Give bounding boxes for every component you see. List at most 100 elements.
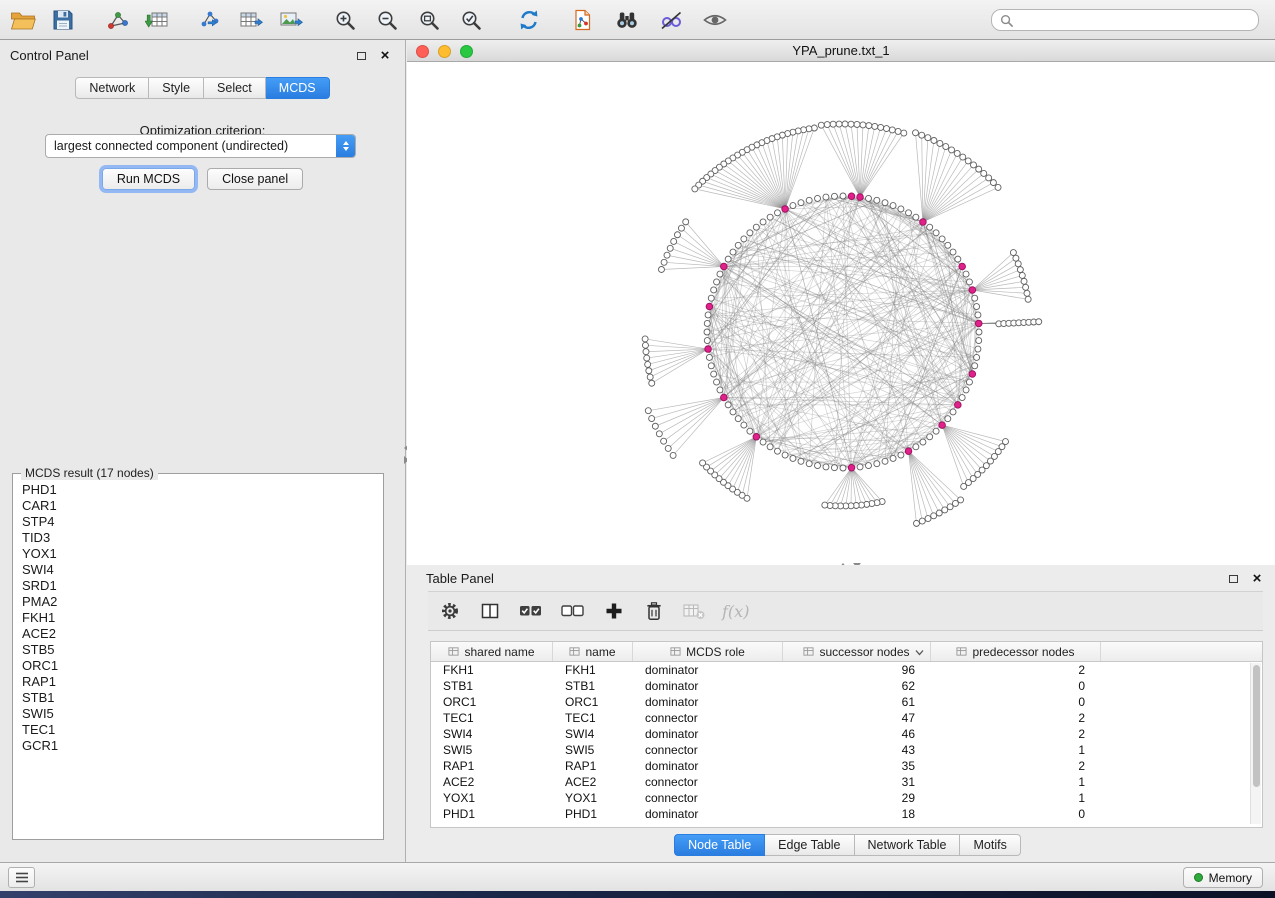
mcds-result-item[interactable]: YOX1: [17, 546, 379, 562]
mcds-result-item[interactable]: PMA2: [17, 594, 379, 610]
run-mcds-button[interactable]: Run MCDS: [102, 168, 195, 190]
table-scrollbar[interactable]: [1250, 663, 1261, 824]
tab-style[interactable]: Style: [149, 77, 204, 99]
window-maximize-button[interactable]: [460, 45, 473, 58]
network-from-document-button[interactable]: [566, 5, 600, 35]
search-input[interactable]: [1019, 13, 1250, 27]
search-box[interactable]: [991, 9, 1259, 31]
tab-select[interactable]: Select: [204, 77, 266, 99]
tab-network[interactable]: Network: [75, 77, 149, 99]
status-menu-button[interactable]: [8, 867, 35, 888]
scrollbar-thumb[interactable]: [1253, 665, 1260, 787]
table-row[interactable]: SWI4SWI4dominator462: [431, 726, 1262, 742]
toggle-columns-button[interactable]: [478, 597, 502, 625]
table-row[interactable]: FKH1FKH1dominator962: [431, 662, 1262, 678]
mcds-result-item[interactable]: ACE2: [17, 626, 379, 642]
table-float-button[interactable]: [1225, 572, 1241, 586]
mcds-result-item[interactable]: RAP1: [17, 674, 379, 690]
import-network-button[interactable]: [100, 5, 134, 35]
table-cell: 35: [783, 759, 931, 773]
zoom-fit-button[interactable]: [412, 5, 446, 35]
table-row[interactable]: SWI5SWI5connector431: [431, 742, 1262, 758]
deselect-all-button[interactable]: [560, 597, 586, 625]
memory-button[interactable]: Memory: [1183, 867, 1263, 888]
table-cell: YOX1: [553, 791, 633, 805]
table-row[interactable]: STB1STB1dominator620: [431, 678, 1262, 694]
mcds-result-item[interactable]: GCR1: [17, 738, 379, 754]
table-cell: SWI5: [553, 743, 633, 757]
zoom-out-button[interactable]: [370, 5, 404, 35]
tab-edge-table[interactable]: Edge Table: [765, 834, 854, 856]
mcds-result-item[interactable]: SWI5: [17, 706, 379, 722]
tab-mcds[interactable]: MCDS: [266, 77, 330, 99]
import-table-button[interactable]: [140, 5, 174, 35]
close-panel-button[interactable]: [377, 49, 393, 63]
export-image-button[interactable]: [274, 5, 308, 35]
mcds-result-item[interactable]: STB1: [17, 690, 379, 706]
table-cell: STB1: [431, 679, 553, 693]
table-cell: RAP1: [431, 759, 553, 773]
table-settings-button[interactable]: [438, 597, 462, 625]
column-header-shared-name[interactable]: shared name: [431, 642, 553, 661]
mcds-result-item[interactable]: ORC1: [17, 658, 379, 674]
table-cell: 29: [783, 791, 931, 805]
add-column-button[interactable]: [602, 597, 626, 625]
table-row[interactable]: PHD1PHD1dominator180: [431, 806, 1262, 822]
column-label: name: [585, 645, 615, 659]
mcds-result-item[interactable]: FKH1: [17, 610, 379, 626]
zoom-fit-icon: [418, 9, 440, 31]
table-row[interactable]: TEC1TEC1connector472: [431, 710, 1262, 726]
tab-network-table[interactable]: Network Table: [855, 834, 961, 856]
tab-motifs[interactable]: Motifs: [960, 834, 1020, 856]
export-network-button[interactable]: [194, 5, 228, 35]
network-window-titlebar[interactable]: YPA_prune.txt_1: [407, 40, 1275, 62]
table-cell: 62: [783, 679, 931, 693]
close-panel-action-button[interactable]: Close panel: [207, 168, 303, 190]
apply-layout-button[interactable]: [512, 5, 546, 35]
criterion-dropdown[interactable]: largest connected component (undirected): [45, 134, 356, 158]
table-cell: 61: [783, 695, 931, 709]
open-folder-icon: [10, 9, 36, 31]
mcds-result-item[interactable]: STB5: [17, 642, 379, 658]
delete-column-button[interactable]: [642, 597, 666, 625]
window-minimize-button[interactable]: [438, 45, 451, 58]
float-panel-button[interactable]: [353, 49, 369, 63]
table-cell: 46: [783, 727, 931, 741]
tab-node-table[interactable]: Node Table: [674, 834, 765, 856]
table-row[interactable]: RAP1RAP1dominator352: [431, 758, 1262, 774]
column-header-predecessor-nodes[interactable]: predecessor nodes: [931, 642, 1101, 661]
mcds-result-item[interactable]: STP4: [17, 514, 379, 530]
column-header-successor-nodes[interactable]: successor nodes: [783, 642, 931, 661]
mcds-result-item[interactable]: TEC1: [17, 722, 379, 738]
table-close-button[interactable]: [1249, 572, 1265, 586]
table-cell: 2: [931, 759, 1101, 773]
select-all-button[interactable]: [518, 597, 544, 625]
show-graphics-details-button[interactable]: [698, 5, 732, 35]
search-icon: [1000, 14, 1013, 27]
mcds-result-item[interactable]: PHD1: [17, 482, 379, 498]
table-cell: SWI4: [553, 727, 633, 741]
column-type-icon: [569, 646, 580, 657]
zoom-in-button[interactable]: [328, 5, 362, 35]
zoom-selected-button[interactable]: [454, 5, 488, 35]
plus-icon: [605, 602, 623, 620]
table-cell: FKH1: [553, 663, 633, 677]
save-icon: [52, 9, 74, 31]
export-table-button[interactable]: [234, 5, 268, 35]
table-row[interactable]: YOX1YOX1connector291: [431, 790, 1262, 806]
table-cell: TEC1: [431, 711, 553, 725]
toggle-details-button[interactable]: [654, 5, 688, 35]
mcds-result-item[interactable]: SRD1: [17, 578, 379, 594]
table-row[interactable]: ORC1ORC1dominator610: [431, 694, 1262, 710]
save-session-button[interactable]: [46, 5, 80, 35]
table-row[interactable]: ACE2ACE2connector311: [431, 774, 1262, 790]
mcds-result-item[interactable]: CAR1: [17, 498, 379, 514]
column-header-name[interactable]: name: [553, 642, 633, 661]
mcds-result-item[interactable]: TID3: [17, 530, 379, 546]
open-file-button[interactable]: [6, 5, 40, 35]
mcds-result-item[interactable]: SWI4: [17, 562, 379, 578]
binoculars-button[interactable]: [610, 5, 644, 35]
column-header-mcds-role[interactable]: MCDS role: [633, 642, 783, 661]
window-close-button[interactable]: [416, 45, 429, 58]
network-graph[interactable]: [407, 62, 1275, 565]
